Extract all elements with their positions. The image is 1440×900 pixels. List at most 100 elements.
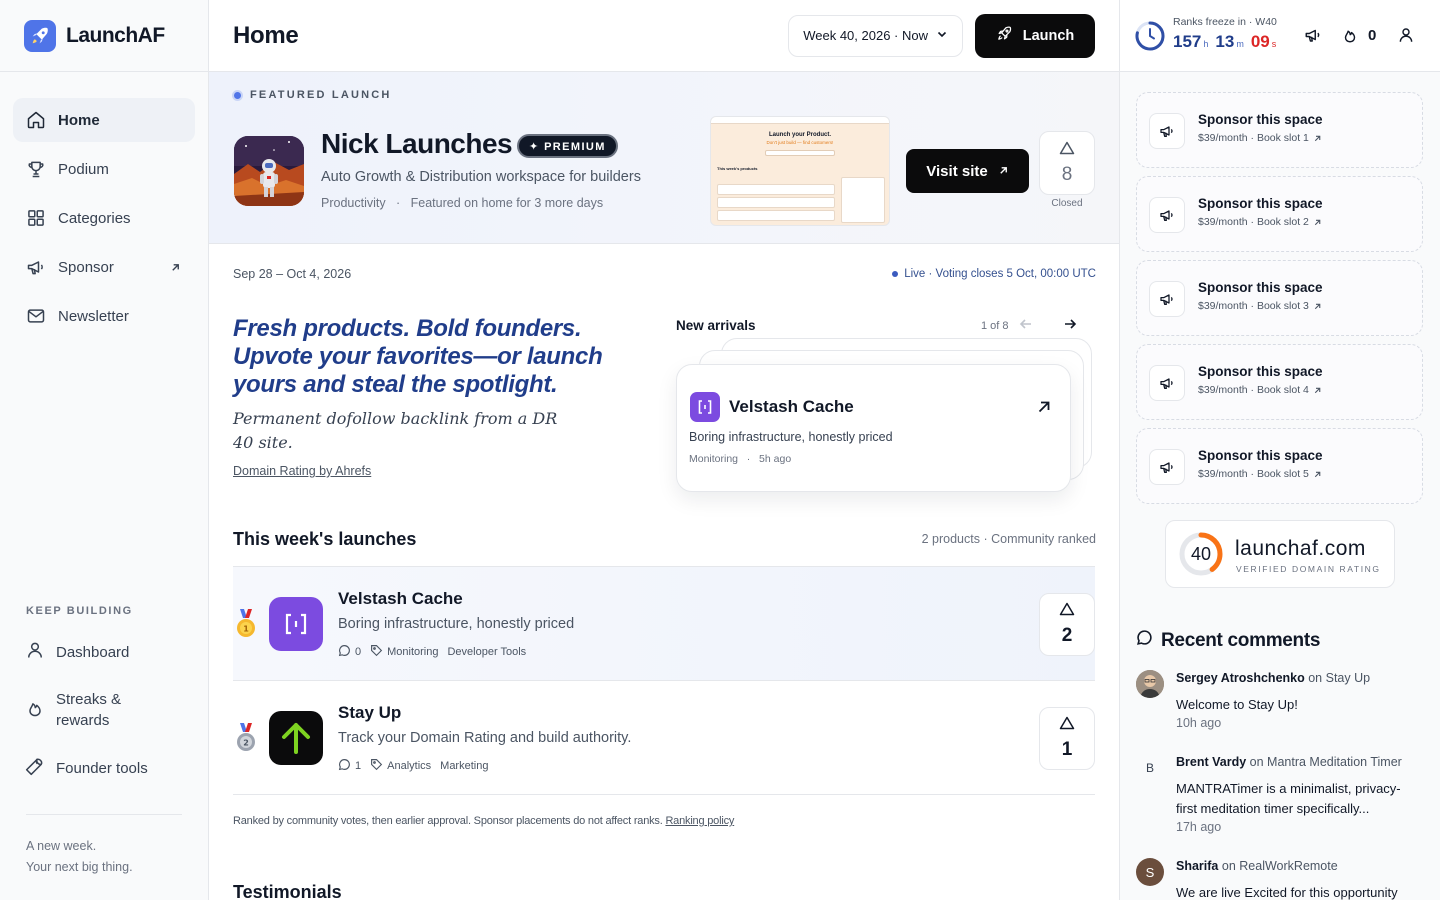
- flame-icon: [25, 698, 45, 723]
- countdown-ring-icon: [1134, 20, 1166, 57]
- megaphone-icon: [1149, 113, 1185, 149]
- tag[interactable]: Developer Tools: [447, 646, 526, 658]
- voting-status-text: Live · Voting closes 5 Oct, 00:00 UTC: [904, 268, 1096, 280]
- arrow-left-icon[interactable]: [1018, 316, 1034, 337]
- comment-product[interactable]: Stay Up: [1326, 671, 1370, 685]
- comment-product[interactable]: RealWorkRemote: [1239, 859, 1337, 873]
- nav-label: Categories: [58, 209, 131, 227]
- arrow-up-right-icon: [1314, 471, 1321, 477]
- product-meta: 1 Analytics Marketing: [338, 758, 488, 774]
- product-name[interactable]: Stay Up: [338, 703, 401, 723]
- screenshot-side-panel: [841, 177, 885, 223]
- nav-item-streaks[interactable]: Streaks & rewards: [13, 678, 196, 742]
- domain-rating-value: 40: [1190, 543, 1212, 564]
- visit-site-button[interactable]: Visit site: [906, 149, 1029, 193]
- featured-product-description: Auto Growth & Distribution workspace for…: [321, 169, 641, 185]
- featured-category[interactable]: Productivity: [321, 196, 386, 210]
- main-nav: Home Podium Categories Sponsor Newslette…: [0, 72, 208, 338]
- sponsor-subtitle: $39/month · Book slot 2: [1198, 216, 1322, 228]
- vote-count: 8: [1061, 163, 1073, 185]
- featured-upvote-button[interactable]: 8: [1039, 131, 1095, 195]
- sidebar-footer: A new week. Your next big thing.: [26, 836, 133, 878]
- nav-item-newsletter[interactable]: Newsletter: [13, 294, 195, 338]
- comment-product[interactable]: Mantra Meditation Timer: [1267, 755, 1402, 769]
- sponsor-price: $39/month · Book slot 1: [1198, 132, 1309, 144]
- arrival-meta: Monitoring · 5h ago: [689, 453, 791, 465]
- brand[interactable]: LaunchAF: [0, 0, 208, 72]
- week-range: Sep 28 – Oct 4, 2026: [233, 267, 352, 281]
- featured-product-meta: Productivity · Featured on home for 3 mo…: [321, 196, 603, 210]
- domain-rating-badge[interactable]: 40 launchaf.com VERIFIED DOMAIN RATING: [1165, 520, 1395, 588]
- sponsor-slot[interactable]: Sponsor this space $39/month · Book slot…: [1136, 344, 1423, 420]
- sponsor-subtitle: $39/month · Book slot 3: [1198, 300, 1322, 312]
- arrivals-counter: 1 of 8: [981, 320, 1009, 332]
- nav-item-home[interactable]: Home: [13, 98, 195, 142]
- wrench-icon: [25, 756, 45, 781]
- tag[interactable]: Analytics: [387, 760, 431, 772]
- megaphone-icon: [1149, 449, 1185, 485]
- visit-site-label: Visit site: [926, 162, 988, 180]
- arrival-card[interactable]: Velstash Cache Boring infrastructure, ho…: [676, 364, 1071, 492]
- live-dot-icon: [892, 271, 899, 277]
- upvote-button[interactable]: 1: [1039, 707, 1095, 770]
- screenshot-subtitle: Don't just build — find customers!: [766, 140, 834, 145]
- nav-item-podium[interactable]: Podium: [13, 147, 195, 191]
- nav-item-dashboard[interactable]: Dashboard: [13, 630, 196, 674]
- nav-label: Dashboard: [56, 643, 130, 661]
- arrival-category: Monitoring: [689, 453, 739, 465]
- comment-header: Sergey Atroshchenko on Stay Up: [1176, 671, 1370, 685]
- vote-count: 1: [1061, 739, 1073, 760]
- comment-header: Brent Vardy on Mantra Meditation Timer: [1176, 755, 1402, 769]
- featured-screenshot[interactable]: Launch your Product. Don't just build — …: [710, 116, 890, 226]
- sponsor-slot[interactable]: Sponsor this space $39/month · Book slot…: [1136, 92, 1423, 168]
- comment-count: 1: [355, 760, 362, 772]
- nav-item-sponsor[interactable]: Sponsor: [13, 245, 195, 289]
- nav-item-founder-tools[interactable]: Founder tools: [13, 746, 196, 790]
- comment-icon: [1136, 629, 1153, 652]
- arrow-right-icon[interactable]: [1062, 316, 1078, 337]
- user-icon[interactable]: [1397, 26, 1415, 49]
- sponsor-price: $39/month · Book slot 4: [1198, 384, 1309, 396]
- avatar: [1136, 670, 1164, 698]
- comment-author[interactable]: Sergey Atroshchenko: [1176, 671, 1305, 685]
- comment-text: Welcome to Stay Up!: [1176, 697, 1298, 712]
- right-top-bar: Ranks freeze in · W40 157 h 13 m 09 s 0: [1120, 0, 1440, 72]
- nav-item-categories[interactable]: Categories: [13, 196, 195, 240]
- arrow-up-right-icon[interactable]: [1036, 399, 1052, 420]
- flame-icon[interactable]: [1341, 26, 1359, 49]
- arrow-up-right-icon: [1314, 219, 1321, 225]
- arrow-up-right-icon: [1314, 303, 1321, 309]
- keep-building-title: KEEP BUILDING: [26, 605, 133, 617]
- sponsor-title: Sponsor this space: [1198, 280, 1323, 295]
- premium-badge: ✦ PREMIUM: [517, 134, 618, 158]
- comment-author[interactable]: Brent Vardy: [1176, 755, 1246, 769]
- hero-subline: Permanent dofollow backlink from a DR 40…: [233, 409, 558, 452]
- week-select[interactable]: Week 40, 2026 · Now: [788, 14, 963, 57]
- user-icon: [25, 640, 45, 665]
- ranking-note-text: Ranked by community votes, then earlier …: [233, 815, 663, 827]
- comment-time: 10h ago: [1176, 716, 1222, 730]
- featured-launch: FEATURED LAUNCH Nick Launches ✦ PREMIUM …: [209, 72, 1119, 244]
- tag[interactable]: Marketing: [440, 760, 488, 772]
- megaphone-icon[interactable]: [1304, 26, 1322, 49]
- sponsor-title: Sponsor this space: [1198, 448, 1323, 463]
- page-title: Home: [233, 21, 299, 49]
- tag[interactable]: Monitoring: [387, 646, 438, 658]
- ranking-policy-link[interactable]: Ranking policy: [665, 815, 734, 827]
- sponsor-slot[interactable]: Sponsor this space $39/month · Book slot…: [1136, 260, 1423, 336]
- launch-row[interactable]: 1 Velstash Cache Boring infrastructure, …: [233, 566, 1095, 680]
- product-name[interactable]: Velstash Cache: [338, 589, 463, 609]
- sponsor-subtitle: $39/month · Book slot 5: [1198, 468, 1322, 480]
- sponsor-slot[interactable]: Sponsor this space $39/month · Book slot…: [1136, 176, 1423, 252]
- launch-button[interactable]: Launch: [975, 13, 1095, 58]
- upvote-button[interactable]: 2: [1039, 593, 1095, 656]
- product-logo: [269, 711, 323, 765]
- domain-rating-link[interactable]: Domain Rating by Ahrefs: [233, 464, 371, 478]
- comment-author[interactable]: Sharifa: [1176, 859, 1218, 873]
- sponsor-price: $39/month · Book slot 5: [1198, 468, 1309, 480]
- launch-row[interactable]: 2 Stay Up Track your Domain Rating and b…: [233, 680, 1095, 794]
- featured-product-image[interactable]: [234, 136, 304, 206]
- featured-product-name[interactable]: Nick Launches: [321, 128, 513, 160]
- comment-icon: [338, 758, 351, 774]
- sponsor-slot[interactable]: Sponsor this space $39/month · Book slot…: [1136, 428, 1423, 504]
